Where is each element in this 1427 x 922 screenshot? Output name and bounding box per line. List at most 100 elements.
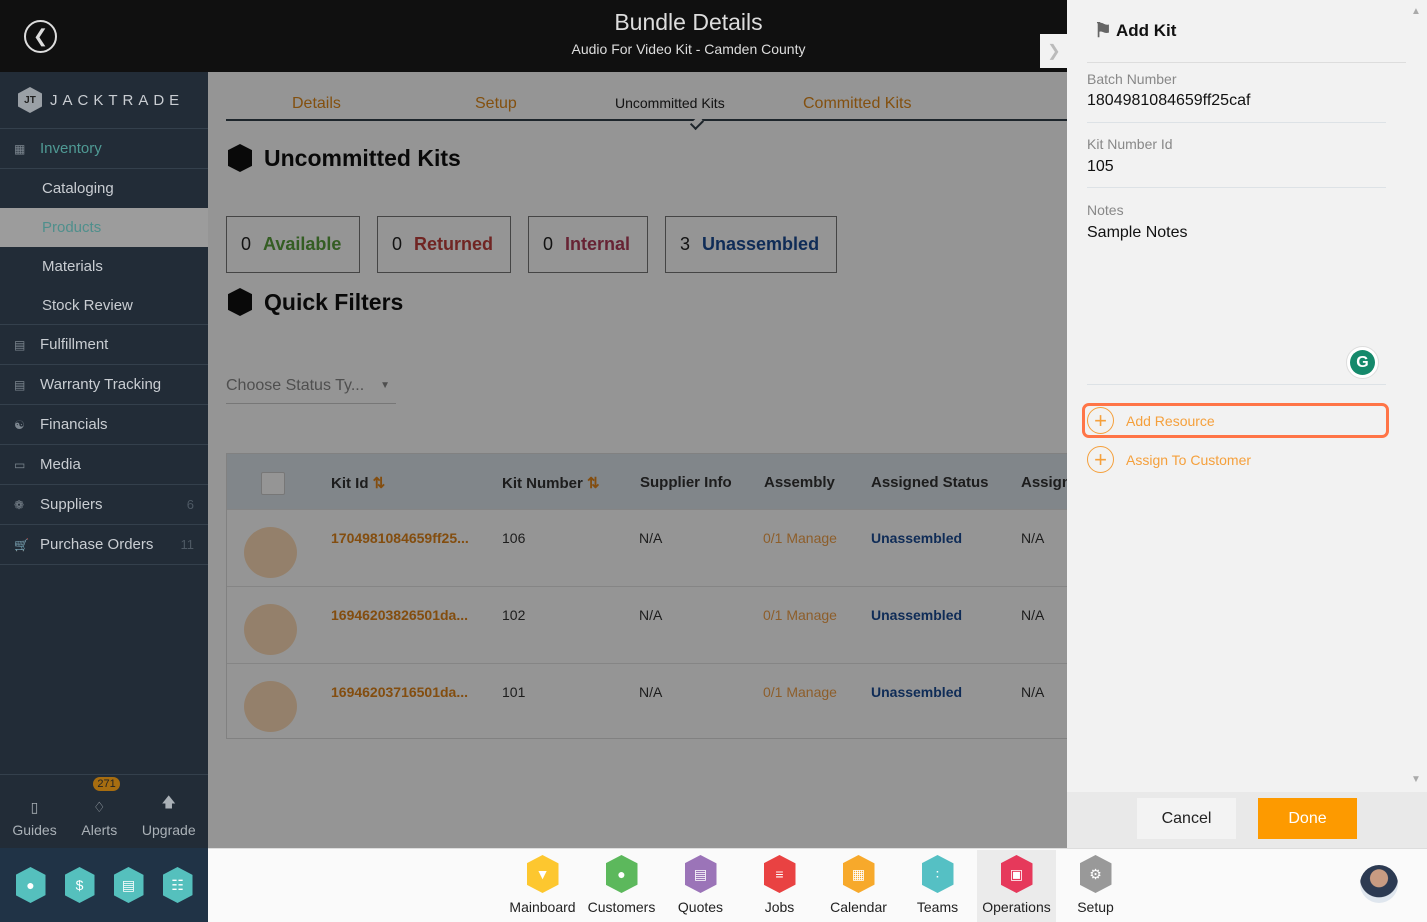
media-icon: ▭ — [14, 457, 26, 472]
app-mainboard[interactable]: ▼ Mainboard — [503, 850, 582, 922]
chat-icon[interactable]: ▤ — [113, 867, 144, 903]
divider — [1087, 62, 1406, 63]
app-label: Customers — [587, 899, 656, 915]
sidebar-item-inventory[interactable]: ▦ Inventory — [0, 129, 208, 169]
sidebar-item-stock-review[interactable]: Stock Review — [0, 286, 208, 325]
panel-header: ⚑ Add Kit — [1094, 18, 1176, 43]
app-customers[interactable]: ● Customers — [582, 850, 661, 922]
sidebar-item-fulfillment[interactable]: ▤ Fulfillment — [0, 325, 208, 365]
brand-name: JACKTRADE — [50, 91, 185, 109]
alerts-button[interactable]: 271 ♢ Alerts — [81, 777, 120, 838]
guides-button[interactable]: ▯ Guides — [12, 799, 56, 838]
app-label: Setup — [1077, 899, 1114, 915]
sidebar-item-label: Products — [42, 219, 102, 236]
app-label: Quotes — [677, 899, 724, 915]
divider — [1087, 384, 1386, 385]
user-icon[interactable]: ● — [15, 867, 46, 903]
suppliers-icon: ❁ — [14, 497, 25, 512]
sidebar-item-label: Cataloging — [42, 180, 114, 197]
panel-title: Add Kit — [1115, 20, 1177, 40]
panel-footer — [1067, 792, 1427, 848]
sidebar-item-label: Inventory — [40, 140, 102, 157]
notes-field[interactable]: Sample Notes — [1087, 224, 1188, 242]
done-button[interactable]: Done — [1258, 798, 1357, 839]
purchase-orders-icon: 🛒 — [14, 537, 29, 552]
brand-logo: JT JACKTRADE — [0, 72, 208, 129]
sidebar-item-products[interactable]: Products — [0, 208, 208, 247]
collapse-panel-button[interactable]: ❯ — [1040, 34, 1068, 68]
sidebar-item-materials[interactable]: Materials — [0, 247, 208, 286]
operations-icon: ▣ — [1000, 855, 1033, 893]
tag-icon: ⚑ — [1094, 20, 1112, 42]
calendar-icon: ▦ — [842, 855, 875, 893]
sidebar-item-suppliers[interactable]: ❁ Suppliers 6 — [0, 485, 208, 525]
user-avatar[interactable] — [1360, 865, 1398, 903]
logo-icon: JT — [18, 87, 42, 113]
divider — [1087, 187, 1386, 188]
app-label: Mainboard — [509, 899, 576, 915]
notes-label: Notes — [1087, 202, 1124, 218]
mainboard-icon: ▼ — [526, 855, 559, 893]
plus-circle-icon: + — [1087, 407, 1114, 434]
kit-number-id-field[interactable]: 105 — [1087, 158, 1114, 176]
sidebar: JT JACKTRADE ▦ Inventory Cataloging Produc… — [0, 72, 208, 848]
app-label: Operations — [982, 899, 1051, 915]
bell-icon: ♢ — [93, 799, 106, 815]
quick-apps: ● $ ▤ ☷ — [0, 848, 208, 922]
sidebar-item-warranty-tracking[interactable]: ▤ Warranty Tracking — [0, 365, 208, 405]
sidebar-item-media[interactable]: ▭ Media — [0, 445, 208, 485]
sidebar-item-label: Suppliers — [40, 496, 103, 513]
app-setup[interactable]: ⚙ Setup — [1056, 850, 1135, 922]
jobs-icon: ≡ — [763, 855, 796, 893]
app-quotes[interactable]: ▤ Quotes — [661, 850, 740, 922]
cancel-button[interactable]: Cancel — [1137, 798, 1236, 839]
app-label: Jobs — [764, 899, 795, 915]
grammarly-icon: G — [1350, 350, 1375, 375]
sidebar-item-label: Purchase Orders — [40, 536, 154, 553]
sidebar-item-label: Stock Review — [42, 296, 133, 314]
upgrade-label: Upgrade — [141, 822, 196, 838]
plus-circle-icon: + — [1087, 446, 1114, 473]
sidebar-item-label: Media — [40, 456, 81, 473]
top-bar: ❮ Bundle Details Audio For Video Kit - C… — [0, 0, 1067, 72]
guides-label: Guides — [12, 822, 57, 838]
add-resource-label: Add Resource — [1126, 412, 1215, 429]
assign-customer-label: Assign To Customer — [1126, 451, 1252, 468]
kit-number-id-label: Kit Number Id — [1087, 136, 1173, 152]
app-calendar[interactable]: ▦ Calendar — [819, 850, 898, 922]
teams-icon: ∶ — [921, 855, 954, 893]
scroll-down-arrow[interactable]: ▼ — [1411, 774, 1421, 785]
modal-backdrop[interactable] — [208, 72, 1067, 848]
sidebar-item-label: Fulfillment — [40, 336, 109, 353]
inventory-icon: ▦ — [14, 141, 26, 156]
sidebar-item-label: Warranty Tracking — [40, 376, 162, 393]
dollar-icon[interactable]: $ — [64, 867, 95, 903]
sidebar-item-cataloging[interactable]: Cataloging — [0, 169, 208, 208]
alerts-label: Alerts — [81, 822, 118, 838]
sidebar-item-financials[interactable]: ☯ Financials — [0, 405, 208, 445]
workflow-icon[interactable]: ☷ — [162, 867, 193, 903]
app-label: Teams — [916, 899, 959, 915]
grammarly-button[interactable]: G — [1346, 346, 1379, 379]
sidebar-item-label: Materials — [42, 258, 103, 275]
upgrade-button[interactable]: 🡅 Upgrade — [142, 792, 196, 838]
guides-icon: ▯ — [30, 799, 39, 815]
sidebar-item-purchase-orders[interactable]: 🛒 Purchase Orders 11 — [0, 525, 208, 565]
setup-icon: ⚙ — [1079, 855, 1112, 893]
alerts-badge: 271 — [93, 777, 120, 791]
batch-number-label: Batch Number — [1087, 71, 1177, 87]
app-teams[interactable]: ∶ Teams — [898, 850, 977, 922]
assign-to-customer-button[interactable]: + Assign To Customer — [1087, 446, 1251, 473]
sidebar-footer: ▯ Guides 271 ♢ Alerts 🡅 Upgrade — [0, 774, 208, 848]
fulfillment-icon: ▤ — [14, 337, 26, 352]
app-operations[interactable]: ▣ Operations — [977, 850, 1056, 922]
batch-number-field[interactable]: 1804981084659ff25caf — [1087, 92, 1250, 110]
add-resource-button[interactable]: + Add Resource — [1087, 407, 1215, 434]
warranty-icon: ▤ — [14, 377, 26, 392]
quotes-icon: ▤ — [684, 855, 717, 893]
financials-icon: ☯ — [14, 417, 25, 432]
app-jobs[interactable]: ≡ Jobs — [740, 850, 819, 922]
scroll-up-arrow[interactable]: ▲ — [1411, 6, 1421, 17]
purchase-orders-count: 11 — [180, 537, 195, 552]
app-label: Calendar — [830, 899, 887, 915]
